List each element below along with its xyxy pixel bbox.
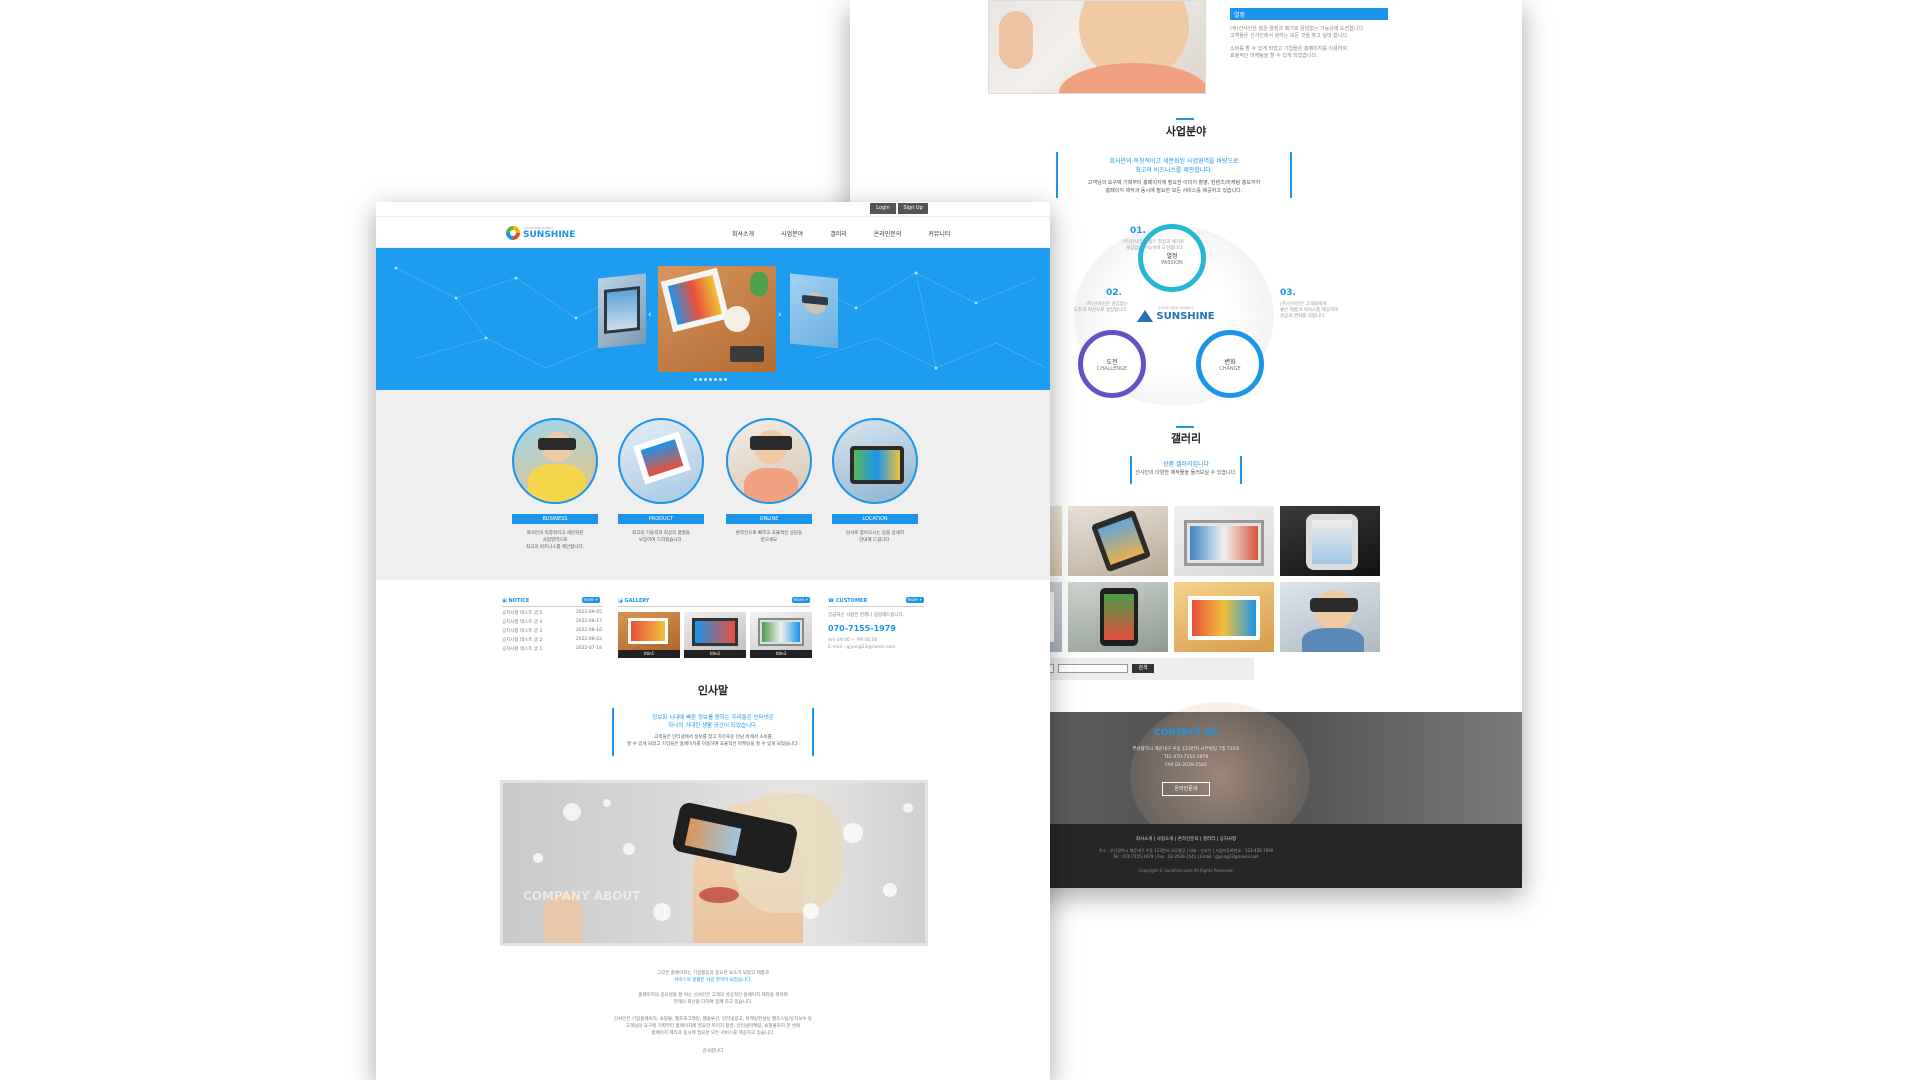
about-photo: COMPANY ABOUT: [500, 780, 928, 946]
gallery-intro: 상품 갤러리입니다 선샤인의 다양한 제작물을 둘러보실 수 있습니다.: [1130, 456, 1242, 484]
notice-more-button[interactable]: more +: [582, 597, 600, 603]
front-page-mockup: Login Sign Up SOLVE WEB AGENCY SUNSHINE …: [376, 202, 1050, 1080]
notice-row[interactable]: 공지사항 테스트 글 1 2022-07-18: [502, 646, 602, 652]
pagination-dot-icon[interactable]: [704, 378, 707, 381]
footer-link[interactable]: 회사소개: [1136, 837, 1153, 842]
value-number-2: 02.: [1106, 288, 1122, 298]
service-product[interactable]: PRODUCT 최고의 기술력과 최상의 품질을 보장하여 드리겠습니다.: [618, 418, 704, 544]
notice-row[interactable]: 공지사항 테스트 글 5 2022-09-05: [502, 610, 602, 616]
pagination-dot-icon[interactable]: [694, 378, 697, 381]
logo[interactable]: SOLVE WEB AGENCY SUNSHINE: [506, 226, 575, 240]
search-button[interactable]: 검색: [1132, 664, 1154, 673]
about-paragraph-3: 선샤인은 기업홈페이지, 쇼핑몰, 웹프로그래밍, 웹솔루션, 인터넷광고, 마…: [613, 1017, 813, 1036]
menu-item-business[interactable]: 사업분야: [781, 229, 803, 238]
value-change-ring: 변화 CHANGE: [1196, 330, 1264, 398]
menu-item-inquiry[interactable]: 온라인문의: [874, 229, 902, 238]
value-challenge-ring: 도전 CHALLENGE: [1078, 330, 1146, 398]
about-sign: 감사합니다: [702, 1049, 724, 1054]
search-input[interactable]: [1058, 664, 1128, 673]
customer-email: E-mail : gjyong23@naver.com: [828, 645, 896, 650]
signup-button[interactable]: Sign Up: [898, 203, 928, 214]
pagination-dot-icon[interactable]: [699, 378, 702, 381]
customer-more-button[interactable]: more +: [906, 597, 924, 603]
greeting-title: 인사말: [697, 684, 729, 697]
menu-item-community[interactable]: 커뮤니티: [928, 229, 950, 238]
gallery-thumb[interactable]: title3: [750, 612, 812, 658]
passion-photo: [988, 0, 1206, 94]
hero-slider: ‹ ›: [376, 248, 1050, 390]
service-business[interactable]: BUSINESS 회사만의 독창적이고 세분화된 사업영역으로 최고의 비즈니스를 …: [512, 418, 598, 551]
gallery-item[interactable]: [1068, 506, 1168, 576]
passion-text: (주)선샤인은 젊은 열정과 패기로 끊임없는 가능성에 도전합니다. 고객들은 …: [1230, 26, 1365, 39]
gallery-item[interactable]: [1280, 582, 1380, 652]
pagination-dot-icon[interactable]: [724, 378, 727, 381]
service-location[interactable]: LOCATION 당사로 찾아오시는 길을 상세히 안내해 드립니다.: [832, 418, 918, 544]
value-number-3: 03.: [1280, 288, 1296, 298]
about-paragraph-1: 그것은 홈페이지는 기업활동의 중요한 요소가 되었고 제품과 서비스의 원활한 …: [656, 971, 770, 983]
pagination-dot-icon[interactable]: [709, 378, 712, 381]
login-button[interactable]: Login: [870, 203, 896, 214]
slide-prev[interactable]: [598, 273, 646, 349]
gallery-item[interactable]: [1068, 582, 1168, 652]
arrow-left-icon[interactable]: ‹: [648, 310, 652, 320]
gallery-heading: ◪ GALLERY: [618, 598, 650, 604]
greeting-box: 정보화 시대에 빠른 정보를 원하는 우리들은 인터넷은 하나의 거대한 생활 …: [612, 708, 814, 756]
gallery-thumb[interactable]: title1: [618, 612, 680, 658]
top-bar: Login Sign Up: [376, 202, 1050, 216]
services-section: BUSINESS 회사만의 독창적이고 세분화된 사업영역으로 최고의 비즈니스를 …: [376, 390, 1050, 580]
customer-heading: ☎ CUSTOMER: [828, 598, 868, 604]
notice-heading: ▣ NOTICE: [502, 598, 530, 604]
business-intro: 회사만의 독창적이고 세분화된 사업영역을 바탕으로 최고의 비즈니스를 제안합…: [1056, 152, 1292, 198]
service-image: [618, 418, 704, 504]
passion-tag: 열정: [1230, 8, 1388, 20]
section-bar: [1176, 426, 1194, 428]
customer-intro: 궁금하신 사항은 언제나 상담해드립니다.: [828, 613, 905, 618]
service-image: [832, 418, 918, 504]
pagination-dot-icon[interactable]: [714, 378, 717, 381]
about-paragraph-2: 홈페이지의 중요성을 잘 아는 선샤인은 고객의 성공적인 홈페이지 제작을 위…: [638, 993, 788, 1005]
value-number-1: 01.: [1130, 226, 1146, 236]
slide-next[interactable]: [790, 273, 838, 349]
slider-pagination[interactable]: [694, 378, 729, 381]
notice-row[interactable]: 공지사항 테스트 글 4 2022-08-17: [502, 619, 602, 625]
value-passion-ring: 열정 PASSION: [1138, 224, 1206, 292]
footer-link[interactable]: 온라인문의: [1178, 837, 1199, 842]
gallery-item[interactable]: [1174, 506, 1274, 576]
phone-icon: ☎: [828, 598, 836, 604]
customer-hours: Am 09:00 ~ PM 06:00: [828, 638, 878, 643]
mountain-logo-icon: [1137, 310, 1154, 322]
footer-link[interactable]: 공지사항: [1220, 837, 1237, 842]
online-inquiry-button[interactable]: 온라인문의: [1162, 782, 1210, 796]
customer-phone: 070-7155-1979: [828, 624, 896, 633]
footer-link[interactable]: 사업소개: [1157, 837, 1174, 842]
sunshine-logo-icon: [506, 226, 520, 240]
gallery-more-button[interactable]: more +: [792, 597, 810, 603]
value-text-3: (주)선샤인은 고객들에게 좋은 제품과 서비스를 제공하여 성공과 변화를 꾀합니…: [1280, 302, 1339, 319]
value-text-1: (주)선샤인은 젊은 열정과 패기로 끊임없는 가능성에 도전합니다.: [1122, 240, 1184, 251]
footer-link[interactable]: 갤러리: [1203, 837, 1215, 842]
main-nav: SOLVE WEB AGENCY SUNSHINE 회사소개 사업분야 갤러리 …: [376, 216, 1050, 248]
gallery-thumb[interactable]: title2: [684, 612, 746, 658]
menu-item-company[interactable]: 회사소개: [732, 229, 754, 238]
main-menu: 회사소개 사업분야 갤러리 온라인문의 커뮤니티: [732, 229, 977, 238]
notice-row[interactable]: 공지사항 테스트 글 3 2022-08-16: [502, 628, 602, 634]
pagination-dot-icon[interactable]: [719, 378, 722, 381]
business-title: 사업분야: [1165, 125, 1207, 138]
gallery-item[interactable]: [1280, 506, 1380, 576]
gallery-item[interactable]: [1174, 582, 1274, 652]
arrow-right-icon[interactable]: ›: [778, 310, 782, 320]
board-section: ▣ NOTICE more + 공지사항 테스트 글 5 2022-09-05 공…: [376, 580, 1050, 670]
passion-text-2: 소비를 할 수 있게 되었고 기업들은 홈페이지를 이용하여 효율적인 마케팅을 …: [1230, 46, 1347, 59]
service-image: [512, 418, 598, 504]
section-bar: [1176, 118, 1194, 120]
service-image: [726, 418, 812, 504]
slide-current[interactable]: [658, 266, 776, 372]
notice-row[interactable]: 공지사항 테스트 글 2 2022-08-02: [502, 637, 602, 643]
values-center-logo: SOLVE WEB AGENCY SUNSHINE: [1136, 306, 1216, 322]
value-text-2: (주)선샤인은 끊임없는 도전과 혁신으로 성장합니다.: [1074, 302, 1128, 313]
service-online[interactable]: ONLINE 온라인으로 빠르고 효율적인 상담을 받으세요: [726, 418, 812, 544]
menu-item-gallery[interactable]: 갤러리: [830, 229, 847, 238]
about-caption: COMPANY ABOUT: [523, 889, 641, 903]
